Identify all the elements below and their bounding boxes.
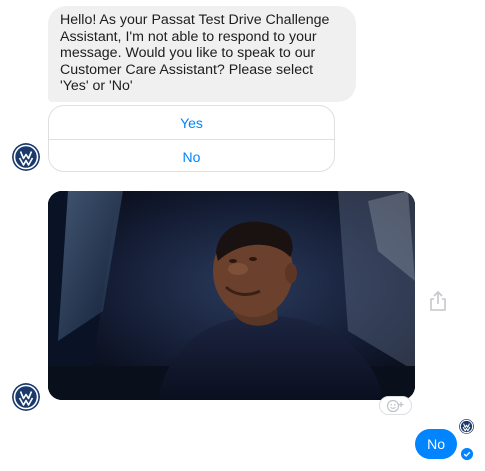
driver-photo <box>48 191 415 400</box>
share-icon[interactable] <box>428 290 448 312</box>
quick-reply-yes-button[interactable]: Yes <box>49 106 334 139</box>
conversation-thread: Hello! As your Passat Test Drive Challen… <box>0 0 485 471</box>
user-message-text: No <box>427 436 445 452</box>
add-reaction-icon <box>386 399 403 412</box>
user-message-bubble: No <box>415 429 457 459</box>
volkswagen-logo-icon[interactable] <box>12 143 40 171</box>
check-icon <box>461 448 473 460</box>
quick-reply-no-button[interactable]: No <box>49 139 334 171</box>
quick-replies: Yes No <box>48 105 335 172</box>
volkswagen-logo-icon[interactable] <box>12 383 40 411</box>
quick-reply-yes-label: Yes <box>180 114 203 131</box>
add-reaction-button[interactable] <box>379 396 412 415</box>
bot-message-text: Hello! As your Passat Test Drive Challen… <box>60 12 330 95</box>
seen-by-avatar-icon <box>459 419 474 434</box>
quick-reply-no-label: No <box>182 148 201 165</box>
video-thumbnail-image[interactable] <box>48 191 415 400</box>
bot-message-bubble: Hello! As your Passat Test Drive Challen… <box>48 6 356 102</box>
